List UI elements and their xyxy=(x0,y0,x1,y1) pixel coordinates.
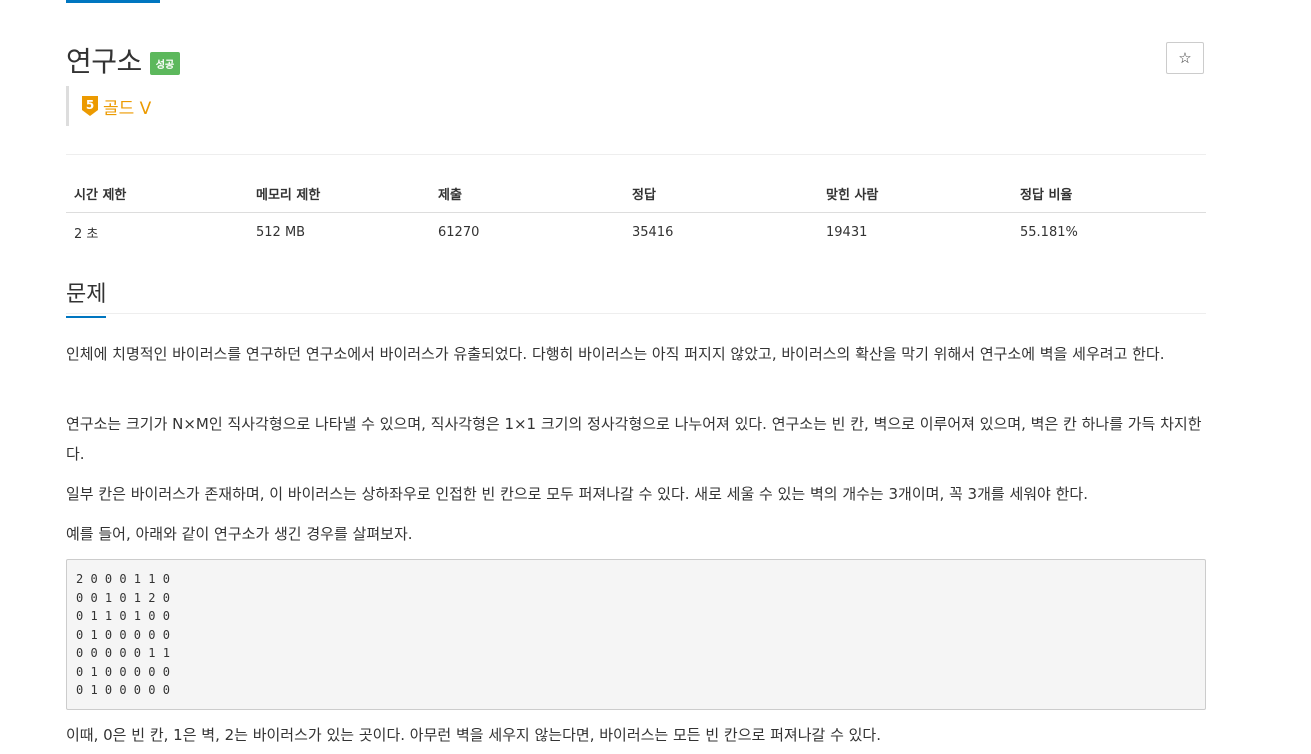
problem-section-header: 문제 xyxy=(66,276,107,318)
accept-ratio-value: 55.181% xyxy=(1020,225,1078,240)
table-header: 정답 비율 xyxy=(1012,178,1206,213)
accepted-value[interactable]: 35416 xyxy=(624,213,818,253)
status-badge: 성공 xyxy=(149,51,181,75)
star-icon: ☆ xyxy=(1178,50,1192,67)
table-header-row: 시간 제한 메모리 제한 제출 정답 맞힌 사람 정답 비율 xyxy=(66,178,1206,213)
problem-header: 연구소 성공 xyxy=(66,38,181,82)
table-row: 2 초 512 MB 61270 35416 19431 55.181% xyxy=(66,213,1206,253)
section-title: 문제 xyxy=(66,276,107,318)
table-header: 제출 xyxy=(430,178,624,213)
top-tab-indicator xyxy=(66,0,160,3)
problem-paragraph: 연구소는 크기가 N×M인 직사각형으로 나타낼 수 있으며, 직사각형은 1×… xyxy=(66,415,1202,463)
table-header: 시간 제한 xyxy=(66,178,248,213)
tier-number: 5 xyxy=(86,98,94,112)
section-divider xyxy=(66,313,1206,314)
table-header: 정답 xyxy=(624,178,818,213)
favorite-star-button[interactable]: ☆ xyxy=(1166,42,1204,74)
problem-title: 연구소 xyxy=(66,45,142,78)
problem-info-table: 시간 제한 메모리 제한 제출 정답 맞힌 사람 정답 비율 2 초 512 M… xyxy=(66,178,1206,252)
solvers-value[interactable]: 19431 xyxy=(818,213,1012,253)
time-limit-value: 2 초 xyxy=(74,227,99,242)
tier-info: 5 골드 V xyxy=(66,86,151,126)
submissions-value[interactable]: 61270 xyxy=(430,213,624,253)
header-divider xyxy=(66,154,1206,155)
gold-tier-icon: 5 xyxy=(82,96,98,116)
problem-paragraph: 예를 들어, 아래와 같이 연구소가 생긴 경우를 살펴보자. xyxy=(66,525,413,543)
table-header: 메모리 제한 xyxy=(248,178,430,213)
problem-paragraph: 일부 칸은 바이러스가 존재하며, 이 바이러스는 상하좌우로 인접한 빈 칸으… xyxy=(66,485,1088,503)
table-header: 맞힌 사람 xyxy=(818,178,1012,213)
tier-label[interactable]: 골드 V xyxy=(103,94,151,119)
problem-paragraph: 인체에 치명적인 바이러스를 연구하던 연구소에서 바이러스가 유출되었다. 다… xyxy=(66,345,1165,363)
memory-limit-value: 512 MB xyxy=(256,225,306,240)
problem-paragraph: 이때, 0은 빈 칸, 1은 벽, 2는 바이러스가 있는 곳이다. 아무런 벽… xyxy=(66,726,882,744)
example-grid-code-block[interactable]: 2 0 0 0 1 1 0 0 0 1 0 1 2 0 0 1 1 0 1 0 … xyxy=(66,559,1206,710)
